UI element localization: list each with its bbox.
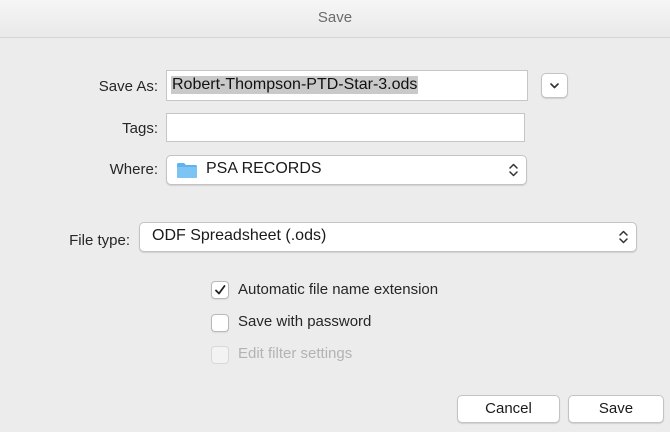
where-label: Where: <box>109 161 158 178</box>
auto-extension-label[interactable]: Automatic file name extension <box>238 281 438 298</box>
dialog-title: Save <box>317 9 353 26</box>
up-down-arrows-icon <box>509 163 518 177</box>
filename-value: Robert-Thompson-PTD-Star-3.ods <box>171 76 419 94</box>
auto-extension-checkbox[interactable] <box>211 281 229 299</box>
title-bar: Save <box>0 0 670 38</box>
save-button[interactable]: Save <box>568 395 664 423</box>
filename-input[interactable]: Robert-Thompson-PTD-Star-3.ods <box>166 70 528 101</box>
tags-input[interactable] <box>166 113 525 142</box>
tags-label: Tags: <box>122 120 158 137</box>
expand-dialog-button[interactable] <box>541 73 568 98</box>
checkmark-icon <box>215 285 226 295</box>
folder-icon <box>177 163 197 178</box>
edit-filter-checkbox <box>211 346 229 364</box>
up-down-arrows-icon <box>619 230 628 244</box>
where-popup[interactable]: PSA RECORDS <box>166 155 527 185</box>
where-value: PSA RECORDS <box>206 160 322 177</box>
file-type-value: ODF Spreadsheet (.ods) <box>152 227 327 244</box>
save-password-checkbox[interactable] <box>211 314 229 332</box>
edit-filter-label: Edit filter settings <box>238 345 353 362</box>
chevron-down-icon <box>550 83 559 89</box>
save-as-label: Save As: <box>98 78 158 95</box>
cancel-button[interactable]: Cancel <box>457 395 560 423</box>
save-password-label[interactable]: Save with password <box>238 313 371 330</box>
file-type-label: File type: <box>69 232 130 249</box>
file-type-popup[interactable]: ODF Spreadsheet (.ods) <box>139 222 637 252</box>
